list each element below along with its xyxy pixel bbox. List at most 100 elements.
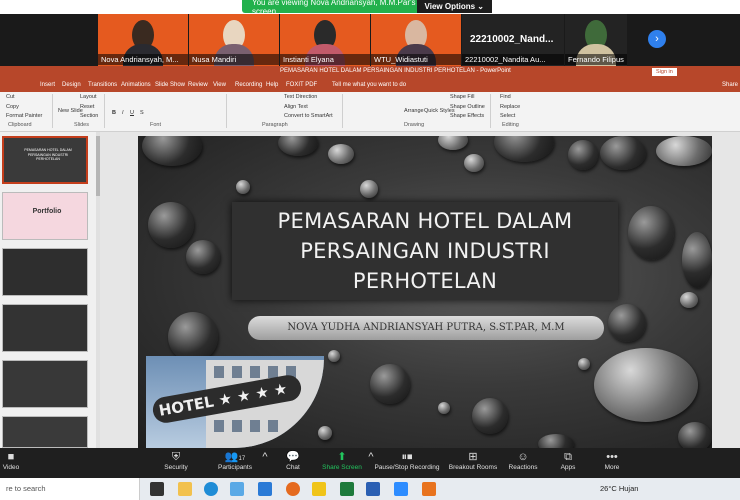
file-explorer-icon[interactable] bbox=[178, 482, 192, 496]
zoom-icon[interactable] bbox=[394, 482, 408, 496]
weather-status[interactable]: 26°C Hujan bbox=[600, 484, 638, 493]
thumbnail-title: Portfolio bbox=[32, 208, 62, 215]
participants-caret-icon[interactable]: ^ bbox=[260, 450, 270, 464]
slide-subtitle[interactable]: NOVA YUDHA ANDRIANSYAH PUTRA, S.ST.PAR, … bbox=[248, 316, 604, 340]
italic-button[interactable]: I bbox=[122, 110, 124, 116]
word-icon[interactable] bbox=[366, 482, 380, 496]
tab-animations[interactable]: Animations bbox=[121, 82, 151, 88]
cut-button[interactable]: Cut bbox=[6, 94, 15, 100]
search-placeholder: re to search bbox=[6, 484, 46, 493]
reactions-button[interactable]: ☺ Reactions bbox=[506, 450, 540, 471]
shape-fill-button[interactable]: Shape Fill bbox=[450, 94, 474, 100]
droplet-decoration bbox=[594, 348, 698, 422]
participant-tile[interactable]: 22210002_Nand... 22210002_Nandita Au... bbox=[462, 14, 564, 66]
pause-recording-button[interactable]: ⏸⏹ Pause/Stop Recording bbox=[372, 450, 442, 471]
slide-thumbnail[interactable] bbox=[2, 248, 88, 296]
droplet-decoration bbox=[578, 358, 590, 370]
task-view-icon[interactable] bbox=[150, 482, 164, 496]
droplet-decoration bbox=[568, 140, 598, 170]
firefox-icon[interactable] bbox=[286, 482, 300, 496]
slide-thumbnail[interactable]: PEMASARAN HOTEL DALAM PERSAINGAN INDUSTR… bbox=[2, 136, 88, 184]
breakout-rooms-button[interactable]: ⊞ Breakout Rooms bbox=[446, 450, 500, 471]
strikethrough-button[interactable]: S bbox=[140, 110, 144, 116]
droplet-decoration bbox=[168, 312, 218, 362]
slide-canvas[interactable]: PEMASARAN HOTEL DALAM PERSAINGAN INDUSTR… bbox=[138, 136, 712, 448]
participant-strip: Nova Andriansyah, M... Nusa Mandiri Inst… bbox=[0, 14, 740, 66]
droplet-decoration bbox=[370, 364, 410, 404]
slide-thumbnail[interactable]: Portfolio bbox=[2, 192, 88, 240]
slide-thumbnail[interactable] bbox=[2, 416, 88, 448]
hotel-image[interactable]: HOTEL ★ ★ ★ ★ bbox=[146, 356, 324, 448]
align-text-button[interactable]: Align Text bbox=[284, 104, 308, 110]
tab-recording[interactable]: Recording bbox=[235, 82, 262, 88]
shape-outline-button[interactable]: Shape Outline bbox=[450, 104, 485, 110]
droplet-decoration bbox=[328, 144, 354, 164]
slide-thumbnail[interactable] bbox=[2, 304, 88, 352]
more-dots-icon: ••• bbox=[606, 451, 618, 463]
shape-effects-button[interactable]: Shape Effects bbox=[450, 113, 484, 119]
pause-stop-icon: ⏸⏹ bbox=[401, 451, 413, 463]
droplet-decoration bbox=[360, 180, 378, 198]
tab-slide-show[interactable]: Slide Show bbox=[155, 82, 185, 88]
underline-button[interactable]: U bbox=[130, 110, 134, 116]
participant-tile[interactable]: Fernando Filipus bbox=[565, 14, 627, 66]
copy-button[interactable]: Copy bbox=[6, 104, 19, 110]
participant-tile[interactable]: Nova Andriansyah, M... bbox=[98, 14, 188, 66]
droplet-decoration bbox=[494, 136, 554, 162]
share-button[interactable]: Share bbox=[722, 82, 738, 88]
participant-tile[interactable]: WTU_Widiastuti bbox=[371, 14, 461, 66]
taskbar-search[interactable]: re to search bbox=[0, 478, 140, 500]
chat-button[interactable]: 💬 Chat bbox=[280, 450, 306, 471]
participant-tile[interactable]: Instianti Elyana bbox=[280, 14, 370, 66]
tab-help[interactable]: Help bbox=[266, 82, 278, 88]
convert-smartart-button[interactable]: Convert to SmartArt bbox=[284, 113, 333, 119]
arrange-button[interactable]: Arrange bbox=[404, 108, 424, 114]
format-painter-button[interactable]: Format Painter bbox=[6, 113, 42, 119]
bold-button[interactable]: B bbox=[112, 110, 116, 116]
droplet-decoration bbox=[538, 434, 574, 448]
slide-thumbnail[interactable] bbox=[2, 360, 88, 408]
video-button[interactable]: ■ Video bbox=[0, 450, 22, 471]
participants-button[interactable]: 👥17 Participants bbox=[212, 450, 258, 471]
tab-transitions[interactable]: Transitions bbox=[88, 82, 117, 88]
app-icon[interactable] bbox=[312, 482, 326, 496]
droplet-decoration bbox=[438, 136, 468, 150]
reset-button[interactable]: Reset bbox=[80, 104, 94, 110]
participant-tile[interactable]: Nusa Mandiri bbox=[189, 14, 279, 66]
view-options-button[interactable]: View Options ⌄ bbox=[416, 0, 492, 13]
sign-in-button[interactable]: Sign in bbox=[652, 68, 677, 76]
paragraph-group-label: Paragraph bbox=[262, 122, 288, 128]
tell-me-search[interactable]: Tell me what you want to do bbox=[332, 82, 406, 88]
find-button[interactable]: Find bbox=[500, 94, 511, 100]
section-button[interactable]: Section bbox=[80, 113, 98, 119]
droplet-decoration bbox=[464, 154, 484, 172]
editing-group-label: Editing bbox=[502, 122, 519, 128]
drawing-group-label: Drawing bbox=[404, 122, 425, 128]
edge-icon[interactable] bbox=[204, 482, 218, 496]
more-button[interactable]: ••• More bbox=[600, 450, 624, 471]
slide-title[interactable]: PEMASARAN HOTEL DALAM PERSAINGAN INDUSTR… bbox=[232, 206, 618, 296]
tab-view[interactable]: View bbox=[213, 82, 226, 88]
participant-name: Fernando Filipus bbox=[565, 54, 627, 65]
store-icon[interactable] bbox=[230, 482, 244, 496]
droplet-decoration bbox=[628, 206, 674, 260]
mail-icon[interactable] bbox=[258, 482, 272, 496]
replace-button[interactable]: Replace bbox=[500, 104, 520, 110]
excel-icon[interactable] bbox=[340, 482, 354, 496]
ppt-menu-bar: Insert Design Transitions Animations Sli… bbox=[0, 78, 740, 92]
tab-foxit-pdf[interactable]: FOXIT PDF bbox=[286, 82, 317, 88]
tab-insert[interactable]: Insert bbox=[40, 82, 55, 88]
layout-button[interactable]: Layout bbox=[80, 94, 97, 100]
apps-icon: ⧉ bbox=[564, 451, 572, 463]
security-button[interactable]: ⛨ Security bbox=[158, 450, 194, 471]
vlc-icon[interactable] bbox=[422, 482, 436, 496]
tab-review[interactable]: Review bbox=[188, 82, 208, 88]
apps-button[interactable]: ⧉ Apps bbox=[556, 450, 580, 471]
next-participants-arrow-icon[interactable]: › bbox=[648, 30, 666, 48]
select-button[interactable]: Select bbox=[500, 113, 515, 119]
text-direction-button[interactable]: Text Direction bbox=[284, 94, 317, 100]
tab-design[interactable]: Design bbox=[62, 82, 81, 88]
participant-name: Nusa Mandiri bbox=[189, 54, 279, 65]
droplet-decoration bbox=[608, 304, 646, 342]
share-screen-button[interactable]: ⬆ Share Screen bbox=[320, 450, 364, 471]
